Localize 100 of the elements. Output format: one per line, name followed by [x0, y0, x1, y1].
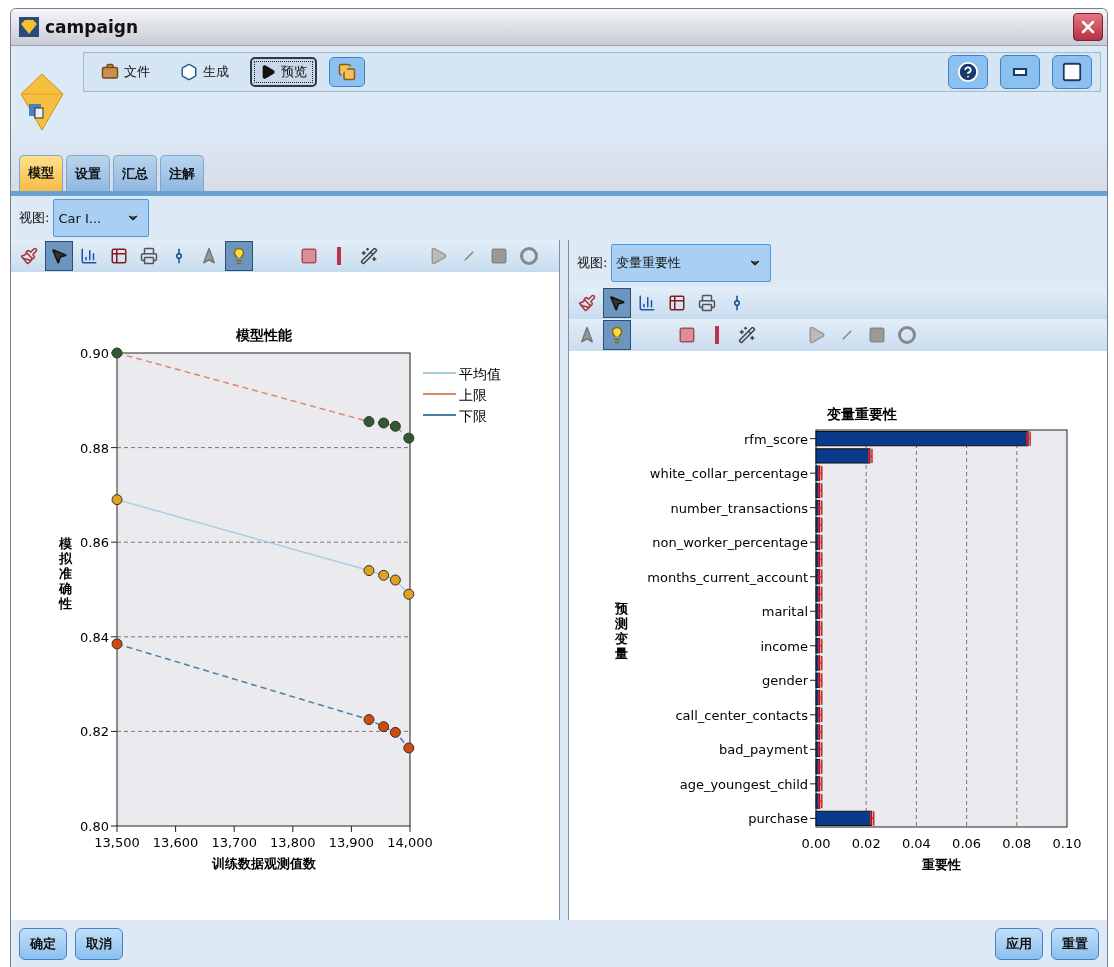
circle-icon	[898, 326, 916, 344]
view-label: 视图:	[19, 209, 50, 227]
data-point	[389, 574, 401, 586]
legend-label: 平均值	[459, 366, 501, 382]
table-icon	[668, 294, 686, 312]
error-bar	[868, 448, 873, 464]
triangle-icon	[430, 247, 448, 265]
tick-label: 0.80	[80, 819, 109, 834]
category-label: age_youngest_child	[679, 776, 808, 792]
tick-label: 0.04	[901, 836, 931, 851]
tick-label: 0.06	[952, 836, 982, 851]
footer-button[interactable]: 重置	[1051, 928, 1099, 960]
error-bar	[869, 810, 875, 827]
paintbrush-icon	[20, 247, 38, 265]
square-icon	[300, 247, 318, 265]
tick-label: 0.00	[801, 836, 831, 851]
tab[interactable]: 设置	[66, 155, 110, 191]
view-dropdown[interactable]: 变量重要性	[611, 243, 772, 282]
data-point	[378, 569, 390, 581]
data-point	[389, 726, 401, 738]
toolbar-icon-button[interactable]	[329, 57, 365, 87]
data-point	[363, 416, 375, 428]
axis-title: 训练数据观测值数	[211, 856, 316, 871]
tick-label: 13,800	[270, 835, 316, 850]
category-label: purchase	[748, 811, 808, 827]
minimize-button[interactable]	[1000, 55, 1040, 89]
help-icon	[957, 61, 979, 83]
arrow-icon	[200, 247, 218, 265]
toolbar-button[interactable]	[225, 241, 253, 271]
tick-label: 13,900	[328, 835, 375, 850]
diamond-icon	[19, 17, 39, 37]
toolbar-button[interactable]: 文件	[92, 57, 159, 87]
tick-label: 0.88	[80, 440, 109, 456]
data-point	[378, 417, 390, 429]
category-label: non_worker_percentage	[652, 535, 808, 551]
axis-title: 重要性	[922, 857, 961, 872]
category-label: white_collar_percentage	[649, 466, 808, 482]
legend-label: 上限	[459, 387, 487, 403]
tick-label: 0.84	[80, 629, 109, 645]
chart-title: 变量重要性	[826, 406, 897, 422]
tick-label: 13,500	[94, 835, 140, 850]
tick-label: 0.90	[80, 346, 109, 361]
filled-square-icon	[868, 326, 886, 344]
chart-title: 模型性能	[235, 327, 292, 343]
toolbar-button[interactable]	[603, 288, 631, 318]
circle-icon	[520, 247, 538, 265]
toolbar-button[interactable]: 生成	[171, 57, 238, 87]
close-button[interactable]	[1073, 13, 1103, 41]
data-point	[111, 347, 123, 359]
category-label: months_current_account	[647, 569, 808, 585]
paintbrush-icon	[578, 294, 596, 312]
square-icon	[678, 326, 696, 344]
category-label: income	[760, 638, 808, 654]
table-icon	[110, 247, 128, 265]
filled-square-icon	[490, 247, 508, 265]
triangle-icon	[808, 326, 826, 344]
legend-label: 下限	[459, 408, 487, 424]
maximize-icon	[1061, 61, 1083, 83]
footer-button[interactable]: 应用	[995, 928, 1043, 960]
view-label: 视图:	[577, 253, 608, 272]
tab[interactable]: 注解	[160, 155, 204, 191]
footer-button[interactable]: 确定	[19, 928, 67, 960]
tick-label: 0.82	[80, 724, 109, 740]
toolbar-button[interactable]	[45, 241, 73, 271]
printer-icon	[140, 247, 158, 265]
help-button[interactable]	[948, 55, 988, 89]
data-point	[378, 721, 390, 733]
data-point	[403, 742, 415, 754]
category-label: rfm_score	[743, 431, 808, 447]
data-point	[363, 714, 375, 726]
footer-button[interactable]: 取消	[75, 928, 123, 960]
axis-title: 预测变量	[614, 601, 628, 661]
view-dropdown[interactable]: Car I...	[53, 199, 150, 237]
wand-icon	[360, 247, 378, 265]
toolbar-button[interactable]	[603, 320, 631, 350]
maximize-button[interactable]	[1052, 55, 1092, 89]
data-point	[111, 638, 123, 650]
data-point	[111, 494, 123, 506]
tick-label: 0.86	[80, 535, 109, 551]
bar-chart-icon	[80, 247, 98, 265]
category-label: number_transactions	[670, 500, 808, 516]
tick-label: 14,000	[387, 835, 433, 850]
pointer-icon	[608, 294, 626, 312]
toolbar-button[interactable]: 预览	[250, 57, 317, 87]
data-point	[403, 432, 415, 444]
data-point	[389, 420, 401, 432]
error-bar	[1026, 430, 1031, 447]
play-icon	[260, 64, 276, 80]
pointer-icon	[50, 247, 68, 265]
arrow-icon	[578, 326, 596, 344]
tick-label: 0.02	[851, 836, 881, 851]
window-title: campaign	[45, 17, 139, 37]
tab[interactable]: 汇总	[113, 155, 157, 191]
minimize-icon	[1013, 68, 1027, 76]
briefcase-icon	[101, 63, 119, 81]
category-label: marital	[761, 604, 808, 620]
tab[interactable]: 模型	[19, 155, 63, 194]
data-point	[403, 588, 415, 600]
tick-label: 13,700	[211, 835, 257, 850]
wand-icon	[738, 326, 756, 344]
